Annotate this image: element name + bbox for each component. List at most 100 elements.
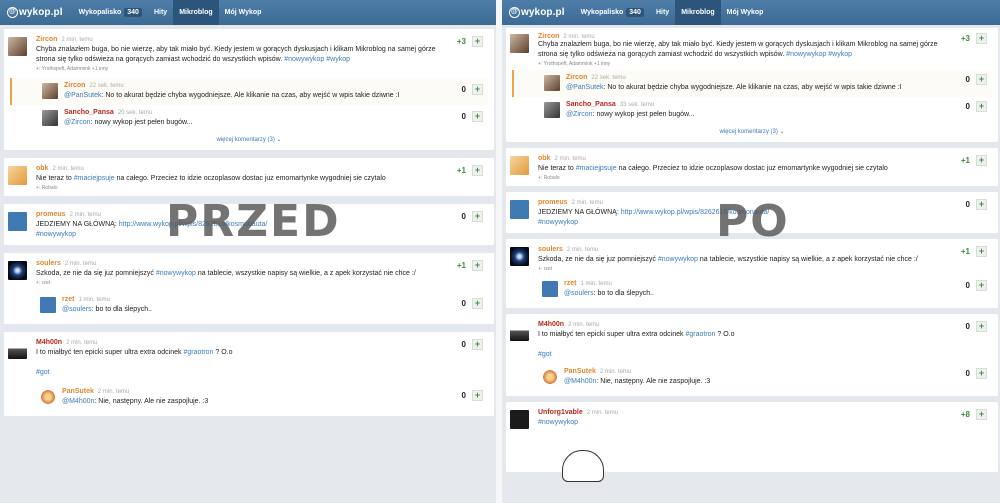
timestamp[interactable]: 2 min. temu: [587, 410, 618, 416]
avatar[interactable]: [510, 322, 529, 341]
plus-button[interactable]: +: [976, 33, 987, 44]
author-name[interactable]: rzet: [564, 280, 576, 287]
site-logo[interactable]: @ wykop.pl: [509, 7, 565, 18]
embedded-image[interactable]: [562, 450, 604, 482]
plus-button[interactable]: +: [472, 298, 483, 309]
plus-button[interactable]: +: [472, 211, 483, 222]
tag-link[interactable]: #graotron: [685, 331, 715, 338]
mention-link[interactable]: @PanSutek: [566, 84, 603, 91]
avatar[interactable]: [510, 200, 529, 219]
timestamp[interactable]: 2 min. temu: [52, 166, 83, 172]
author-name[interactable]: obk: [36, 165, 48, 172]
author-name[interactable]: obk: [538, 155, 550, 162]
tag-link[interactable]: #nowywykop: [786, 51, 826, 58]
author-name[interactable]: Zircon: [64, 82, 85, 89]
avatar[interactable]: [544, 102, 560, 118]
timestamp[interactable]: 2 min. temu: [98, 389, 129, 395]
tag-link[interactable]: #wykop: [326, 56, 350, 63]
tag-link[interactable]: #maciejpsuje: [74, 175, 115, 182]
tag-link[interactable]: #nowywykop: [36, 231, 76, 238]
tag-link[interactable]: #nowywykop: [658, 256, 698, 263]
nav-moj-wykop[interactable]: Mój Wykop: [721, 0, 770, 25]
plus-button[interactable]: +: [976, 101, 987, 112]
author-name[interactable]: promeus: [538, 199, 568, 206]
nav-hity[interactable]: Hity: [148, 0, 173, 25]
timestamp[interactable]: 20 sek. temu: [118, 110, 152, 116]
plus-button[interactable]: +: [472, 339, 483, 350]
avatar[interactable]: [42, 83, 58, 99]
url-link[interactable]: http://www.wykop.pl/wpis/8262616/kosmona…: [621, 209, 770, 216]
timestamp[interactable]: 1 min. temu: [580, 281, 611, 287]
avatar[interactable]: [542, 369, 558, 385]
plus-button[interactable]: +: [472, 111, 483, 122]
avatar[interactable]: [42, 110, 58, 126]
timestamp[interactable]: 2 min. temu: [66, 340, 97, 346]
tag-link[interactable]: #nowywykop: [156, 270, 196, 277]
avatar[interactable]: [510, 410, 529, 429]
author-name[interactable]: Zircon: [538, 33, 559, 40]
nav-wykopalisko[interactable]: Wykopalisko 340: [575, 0, 650, 25]
timestamp[interactable]: 2 min. temu: [600, 369, 631, 375]
author-name[interactable]: soulers: [538, 246, 563, 253]
avatar[interactable]: [542, 281, 558, 297]
tag-link[interactable]: #nowywykop: [284, 56, 324, 63]
tag-link[interactable]: #got: [36, 369, 50, 376]
avatar[interactable]: [40, 297, 56, 313]
author-name[interactable]: rzet: [62, 296, 74, 303]
avatar[interactable]: [510, 156, 529, 175]
author-name[interactable]: Unforg1vable: [538, 409, 583, 416]
mention-link[interactable]: @M4h00n: [62, 398, 94, 405]
author-name[interactable]: Zircon: [36, 36, 57, 43]
avatar[interactable]: [510, 34, 529, 53]
tag-link[interactable]: #got: [538, 351, 552, 358]
mention-link[interactable]: @PanSutek: [64, 92, 101, 99]
avatar[interactable]: [8, 212, 27, 231]
avatar[interactable]: [510, 247, 529, 266]
author-name[interactable]: Zircon: [566, 74, 587, 81]
mention-link[interactable]: @soulers: [564, 290, 594, 297]
mention-link[interactable]: @M4h00n: [564, 378, 596, 385]
url-link[interactable]: http://www.wykop.pl/wpis/8262616/kosmona…: [119, 221, 268, 228]
more-comments-link[interactable]: więcej komentarzy (3) ⌄: [512, 124, 992, 137]
author-name[interactable]: soulers: [36, 260, 61, 267]
nav-moj-wykop[interactable]: Mój Wykop: [219, 0, 268, 25]
timestamp[interactable]: 33 sek. temu: [620, 102, 654, 108]
timestamp[interactable]: 2 min. temu: [70, 212, 101, 218]
plus-button[interactable]: +: [976, 74, 987, 85]
timestamp[interactable]: 2 min. temu: [572, 200, 603, 206]
plus-button[interactable]: +: [472, 390, 483, 401]
plus-button[interactable]: +: [472, 84, 483, 95]
author-name[interactable]: promeus: [36, 211, 66, 218]
mention-link[interactable]: @Zircon: [64, 119, 91, 126]
author-name[interactable]: Sancho_Pansa: [566, 101, 616, 108]
tag-link[interactable]: #graotron: [183, 349, 213, 356]
avatar[interactable]: [544, 75, 560, 91]
timestamp[interactable]: 2 min. temu: [61, 37, 92, 43]
plus-button[interactable]: +: [472, 36, 483, 47]
nav-mikroblog[interactable]: Mikroblog: [173, 0, 219, 25]
timestamp[interactable]: 22 sek. temu: [89, 83, 123, 89]
avatar[interactable]: [8, 340, 27, 359]
tag-link[interactable]: #maciejpsuje: [576, 165, 617, 172]
plus-button[interactable]: +: [472, 165, 483, 176]
nav-wykopalisko[interactable]: Wykopalisko 340: [73, 0, 148, 25]
author-name[interactable]: Sancho_Pansa: [64, 109, 114, 116]
site-logo[interactable]: @ wykop.pl: [7, 7, 63, 18]
author-name[interactable]: M4h00n: [36, 339, 62, 346]
plus-button[interactable]: +: [976, 155, 987, 166]
timestamp[interactable]: 2 min. temu: [554, 156, 585, 162]
timestamp[interactable]: 1 min. temu: [78, 297, 109, 303]
avatar[interactable]: [8, 166, 27, 185]
author-name[interactable]: M4h00n: [538, 321, 564, 328]
timestamp[interactable]: 22 sek. temu: [591, 75, 625, 81]
plus-button[interactable]: +: [976, 280, 987, 291]
plus-button[interactable]: +: [472, 260, 483, 271]
plus-button[interactable]: +: [976, 246, 987, 257]
avatar[interactable]: [40, 389, 56, 405]
mention-link[interactable]: @Zircon: [566, 111, 593, 118]
timestamp[interactable]: 2 min. temu: [65, 261, 96, 267]
tag-link[interactable]: #nowywykop: [538, 219, 578, 226]
author-name[interactable]: PanSutek: [62, 388, 94, 395]
nav-mikroblog[interactable]: Mikroblog: [675, 0, 721, 25]
tag-link[interactable]: #nowywykop: [538, 419, 578, 426]
